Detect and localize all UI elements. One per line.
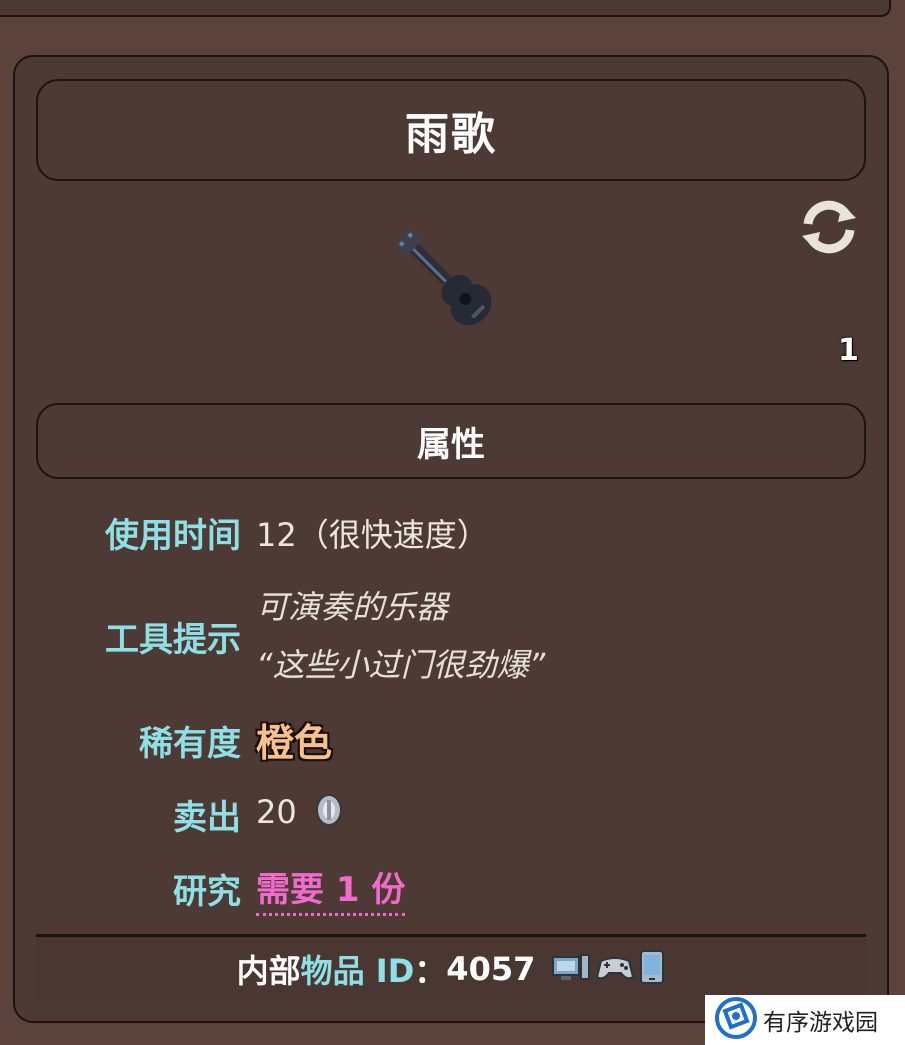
desktop-icon xyxy=(547,951,591,987)
footer-item-id-label: 物品 ID xyxy=(300,952,415,990)
rarity-label: 稀有度 xyxy=(139,724,241,764)
item-name: 雨歌 xyxy=(405,109,497,160)
attributes-title: 属性 xyxy=(417,424,485,465)
attributes-header: 属性 xyxy=(36,403,866,479)
sell-label: 卖出 xyxy=(173,798,241,838)
use-time-value: 12（很快速度） xyxy=(256,516,489,554)
footer-colon: ： xyxy=(414,952,447,990)
watermark-logo-icon xyxy=(715,997,757,1043)
mobile-icon xyxy=(635,949,665,989)
refresh-icon[interactable] xyxy=(798,196,860,258)
guitar-item-icon xyxy=(390,225,505,340)
research-value-wrap: 需要 1 份 xyxy=(256,862,406,916)
sell-value: 20 xyxy=(256,793,297,831)
tooltip-label: 工具提示 xyxy=(105,620,241,660)
watermark: 有序游戏园 xyxy=(705,995,905,1045)
rarity-value-wrap: 橙色 xyxy=(256,712,332,767)
rarity-value: 橙色 xyxy=(256,721,333,765)
console-icon xyxy=(591,951,635,987)
previous-panel-edge xyxy=(0,0,891,17)
stack-count: 1 xyxy=(838,333,859,368)
item-id-value: 4057 xyxy=(446,950,536,988)
item-id-footer: 内部 物品 ID ： 4057 xyxy=(36,934,866,1001)
research-label: 研究 xyxy=(173,872,241,912)
silver-coin-icon xyxy=(309,790,349,838)
research-link[interactable]: 需要 1 份 xyxy=(256,870,406,916)
use-time-label: 使用时间 xyxy=(105,516,241,556)
footer-prefix: 内部 xyxy=(236,952,301,990)
tooltip-line-2: “这些小过门很劲爆” xyxy=(256,646,546,684)
watermark-text: 有序游戏园 xyxy=(763,1010,878,1036)
sell-value-wrap: 20 xyxy=(256,790,349,838)
tooltip-line-1: 可演奏的乐器 xyxy=(256,588,449,626)
item-title-box: 雨歌 xyxy=(36,79,866,181)
